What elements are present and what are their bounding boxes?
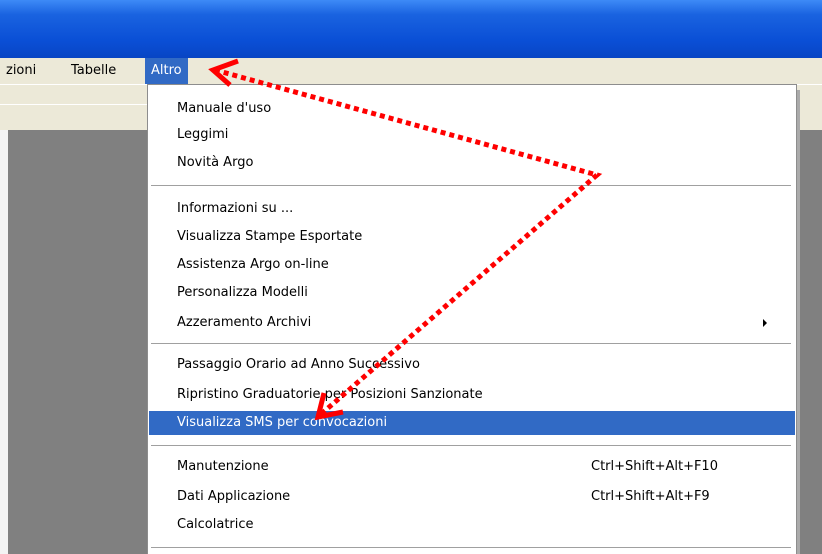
menu-item-leggimi[interactable]: Leggimi	[149, 123, 795, 147]
altro-dropdown-menu: Manuale d'uso Leggimi Novità Argo Inform…	[147, 84, 797, 554]
menu-item-ripristino-graduatorie[interactable]: Ripristino Graduatorie per Posizioni San…	[149, 383, 795, 407]
menu-item-calcolatrice[interactable]: Calcolatrice	[149, 513, 795, 537]
menu-item-visualizza-sms[interactable]: Visualizza SMS per convocazioni	[149, 411, 795, 435]
shortcut-label: Ctrl+Shift+Alt+F9	[591, 489, 710, 504]
menu-separator	[151, 547, 791, 548]
menu-tabelle[interactable]: Tabelle	[65, 58, 122, 84]
menu-bar: zioni Tabelle Altro	[0, 58, 822, 84]
menu-item-personalizza-modelli[interactable]: Personalizza Modelli	[149, 281, 795, 305]
menu-item-visualizza-stampe[interactable]: Visualizza Stampe Esportate	[149, 225, 795, 249]
submenu-arrow-icon	[763, 319, 767, 327]
menu-item-novita-argo[interactable]: Novità Argo	[149, 151, 795, 175]
menu-item-assistenza[interactable]: Assistenza Argo on-line	[149, 253, 795, 277]
menu-item-manutenzione[interactable]: Manutenzione Ctrl+Shift+Alt+F10	[149, 455, 795, 479]
menu-item-dati-applicazione[interactable]: Dati Applicazione Ctrl+Shift+Alt+F9	[149, 485, 795, 509]
menu-separator	[151, 185, 791, 186]
menu-item-manuale-uso[interactable]: Manuale d'uso	[149, 97, 795, 121]
menu-item-azzeramento-archivi[interactable]: Azzeramento Archivi	[149, 311, 795, 335]
menu-item-informazioni[interactable]: Informazioni su ...	[149, 197, 795, 221]
shortcut-label: Ctrl+Shift+Alt+F10	[591, 459, 718, 474]
menu-item-passaggio-orario[interactable]: Passaggio Orario ad Anno Successivo	[149, 353, 795, 377]
window-titlebar	[0, 0, 822, 58]
menu-separator	[151, 445, 791, 446]
menu-separator	[151, 343, 791, 344]
menu-altro[interactable]: Altro	[145, 58, 188, 84]
menu-zioni[interactable]: zioni	[0, 58, 42, 84]
